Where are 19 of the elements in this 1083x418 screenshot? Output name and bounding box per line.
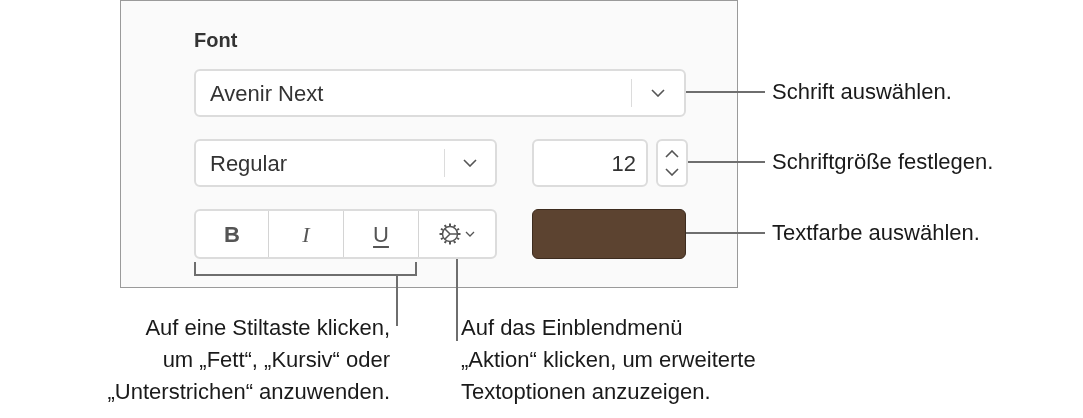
panel-title: Font bbox=[194, 28, 239, 53]
size-stepper[interactable] bbox=[656, 139, 688, 187]
bold-button[interactable]: B bbox=[196, 211, 269, 257]
caption: Auf eine Stiltaste klicken, um „Fett“, „Kursiv“ oder „Unterstrichen“ anzuwenden. bbox=[106, 314, 390, 406]
font-family-dropdown[interactable]: Avenir Next bbox=[194, 69, 686, 117]
gear-icon bbox=[439, 223, 461, 245]
chevron-icon bbox=[463, 159, 477, 167]
callout-label: Schrift auswählen. bbox=[772, 78, 952, 106]
leader-line bbox=[396, 276, 398, 326]
caption: Auf das Einblendmenü „Aktion“ klicken, um erweiterte Textoptionen anzuzeigen. bbox=[461, 314, 757, 406]
color-well[interactable] bbox=[532, 209, 686, 259]
size-field[interactable]: 12 bbox=[532, 139, 648, 187]
italic-button[interactable]: I bbox=[269, 211, 344, 257]
chevron-icon bbox=[651, 89, 665, 97]
callout-label: Schriftgröße festlegen. bbox=[772, 148, 994, 176]
typeface-dropdown[interactable]: Regular bbox=[194, 139, 497, 187]
underline-button[interactable]: U bbox=[344, 211, 419, 257]
callout-label: Textfarbe auswählen. bbox=[772, 219, 980, 247]
chevron-icon bbox=[465, 231, 475, 237]
